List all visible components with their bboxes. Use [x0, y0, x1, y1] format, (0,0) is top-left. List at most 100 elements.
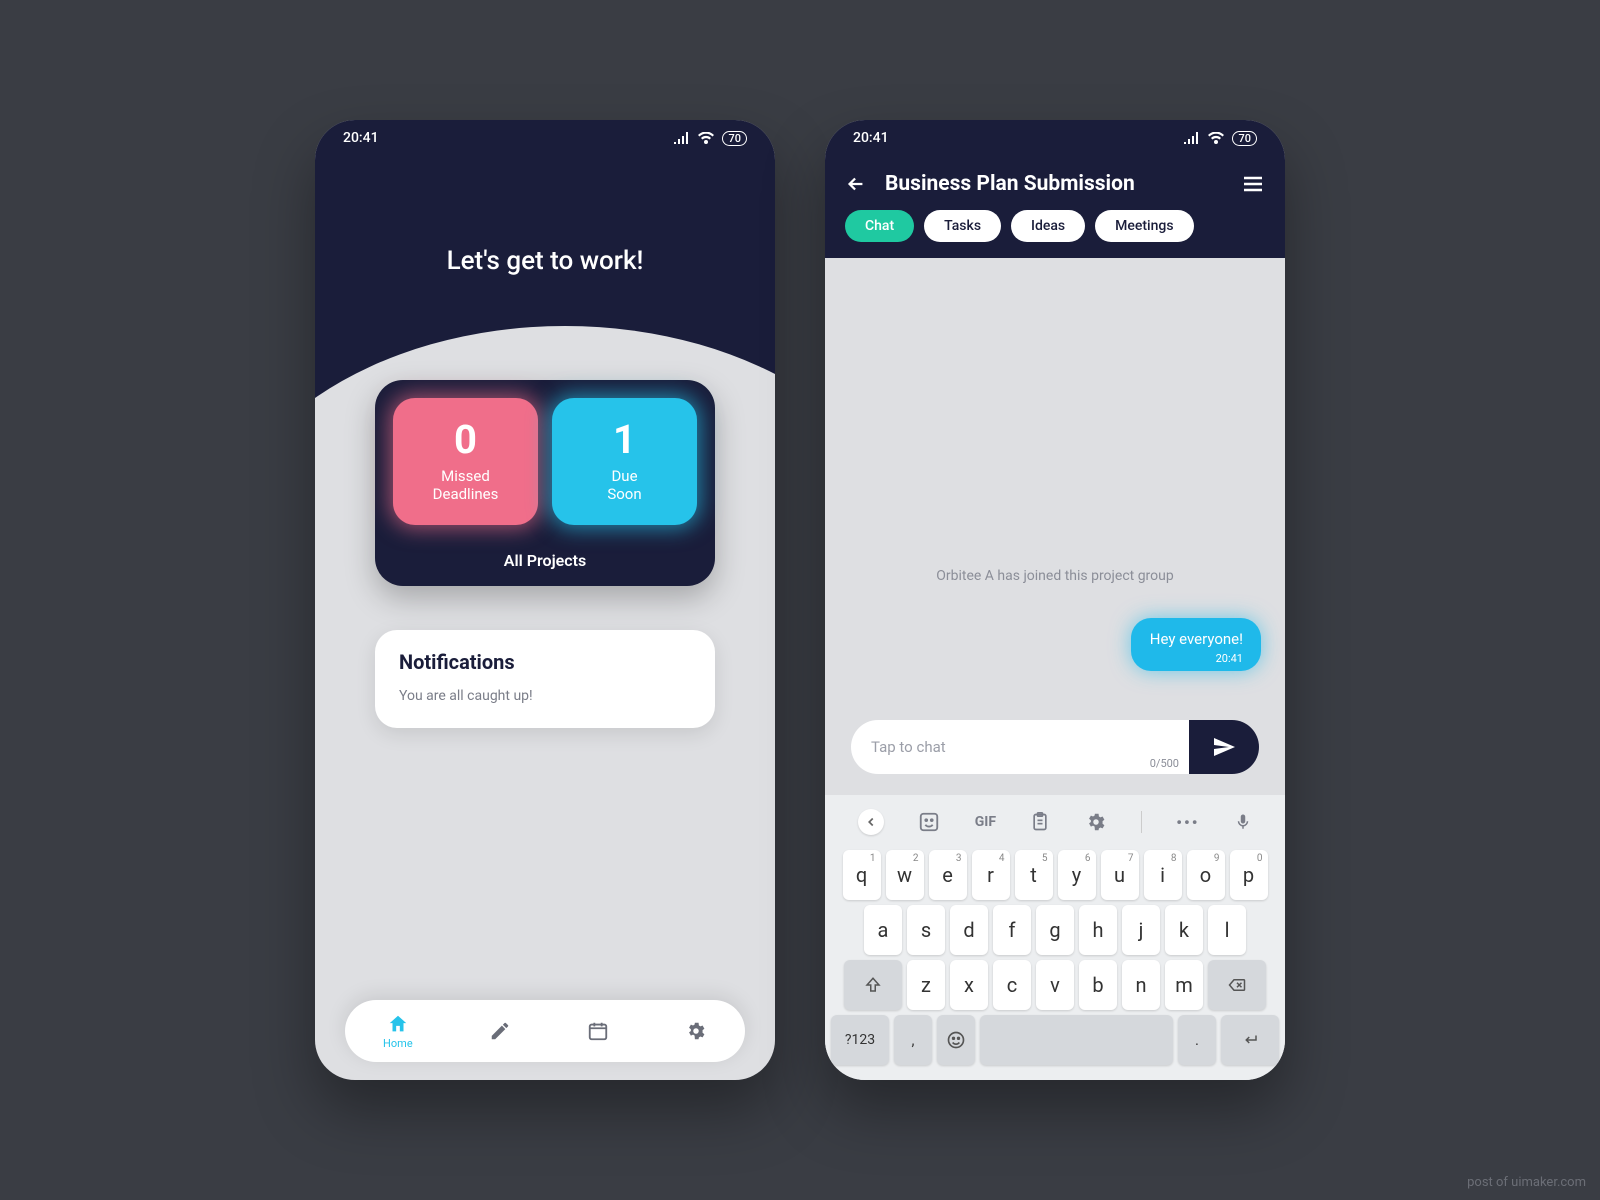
wifi-icon	[698, 132, 714, 144]
symbols-key[interactable]: ?123	[831, 1015, 889, 1065]
menu-icon[interactable]	[1241, 172, 1265, 196]
chat-input-row: Tap to chat 0/500	[851, 720, 1259, 774]
backspace-icon	[1226, 976, 1248, 994]
nav-home-label: Home	[383, 1037, 413, 1050]
greeting-text: Let's get to work!	[315, 156, 775, 276]
key-q[interactable]: q1	[843, 850, 881, 900]
key-j[interactable]: j	[1122, 905, 1160, 955]
gear-icon[interactable]	[1085, 811, 1107, 833]
key-c[interactable]: c	[993, 960, 1031, 1010]
key-o[interactable]: o9	[1187, 850, 1225, 900]
key-g[interactable]: g	[1036, 905, 1074, 955]
period-key[interactable]: .	[1178, 1015, 1216, 1065]
chat-placeholder: Tap to chat	[871, 738, 946, 756]
sticker-icon[interactable]	[918, 811, 940, 833]
key-v[interactable]: v	[1036, 960, 1074, 1010]
notifications-card[interactable]: Notifications You are all caught up!	[375, 630, 715, 728]
nav-edit[interactable]	[489, 1020, 511, 1042]
mic-icon[interactable]	[1234, 811, 1252, 833]
key-t[interactable]: t5	[1015, 850, 1053, 900]
phone-chat-screen: 20:41 70 Business Plan Submission Chat T…	[825, 120, 1285, 1080]
key-n[interactable]: n	[1122, 960, 1160, 1010]
key-x[interactable]: x	[950, 960, 988, 1010]
key-z[interactable]: z	[907, 960, 945, 1010]
chat-bubble[interactable]: Hey everyone! 20:41	[1131, 618, 1261, 671]
bubble-text: Hey everyone!	[1149, 630, 1243, 648]
pencil-icon	[489, 1020, 511, 1042]
send-button[interactable]	[1189, 720, 1259, 774]
key-f[interactable]: f	[993, 905, 1031, 955]
home-icon	[387, 1013, 409, 1035]
key-i[interactable]: i8	[1144, 850, 1182, 900]
calendar-icon	[587, 1020, 609, 1042]
due-count: 1	[560, 416, 689, 463]
bottom-nav: Home	[345, 1000, 745, 1062]
space-key[interactable]	[980, 1015, 1173, 1065]
stats-card[interactable]: 0 MissedDeadlines 1 DueSoon All Projects	[375, 380, 715, 586]
key-m[interactable]: m	[1165, 960, 1203, 1010]
chat-tabs: Chat Tasks Ideas Meetings	[845, 210, 1265, 242]
nav-home[interactable]: Home	[383, 1013, 413, 1050]
kb-back-icon[interactable]	[858, 809, 884, 835]
nav-calendar[interactable]	[587, 1020, 609, 1042]
more-icon[interactable]: •••	[1176, 813, 1199, 832]
key-p[interactable]: p0	[1230, 850, 1268, 900]
key-h[interactable]: h	[1079, 905, 1117, 955]
back-icon[interactable]	[845, 173, 867, 195]
nav-settings[interactable]	[685, 1020, 707, 1042]
enter-icon	[1240, 1031, 1260, 1049]
key-k[interactable]: k	[1165, 905, 1203, 955]
tab-meetings[interactable]: Meetings	[1095, 210, 1193, 242]
battery-icon: 70	[1232, 131, 1257, 146]
phone-home-screen: 20:41 70 Let's get to work! 0 MissedDead…	[315, 120, 775, 1080]
keyboard-row-2: asdfghjkl	[831, 905, 1279, 955]
shift-key[interactable]	[844, 960, 902, 1010]
key-s[interactable]: s	[907, 905, 945, 955]
key-e[interactable]: e3	[929, 850, 967, 900]
gear-icon	[685, 1020, 707, 1042]
keyboard-row-4: ?123 , .	[831, 1015, 1279, 1065]
key-y[interactable]: y6	[1058, 850, 1096, 900]
status-icons: 70	[1184, 131, 1257, 146]
missed-deadlines-stat[interactable]: 0 MissedDeadlines	[393, 398, 538, 525]
tab-chat[interactable]: Chat	[845, 210, 914, 242]
missed-count: 0	[401, 416, 530, 463]
backspace-key[interactable]	[1208, 960, 1266, 1010]
key-d[interactable]: d	[950, 905, 988, 955]
clipboard-icon[interactable]	[1030, 811, 1050, 833]
key-b[interactable]: b	[1079, 960, 1117, 1010]
key-u[interactable]: u7	[1101, 850, 1139, 900]
tab-tasks[interactable]: Tasks	[924, 210, 1001, 242]
key-w[interactable]: w2	[886, 850, 924, 900]
status-time: 20:41	[343, 130, 379, 146]
chat-header: Business Plan Submission Chat Tasks Idea…	[825, 156, 1285, 258]
keyboard-toolbar: GIF •••	[831, 803, 1279, 845]
key-a[interactable]: a	[864, 905, 902, 955]
notifications-title: Notifications	[399, 650, 691, 674]
due-soon-stat[interactable]: 1 DueSoon	[552, 398, 697, 525]
bubble-time: 20:41	[1149, 652, 1243, 665]
signal-icon	[1184, 132, 1200, 144]
key-r[interactable]: r4	[972, 850, 1010, 900]
key-l[interactable]: l	[1208, 905, 1246, 955]
watermark: post of uimaker.com	[1467, 1175, 1586, 1190]
emoji-key[interactable]	[937, 1015, 975, 1065]
status-icons: 70	[674, 131, 747, 146]
chat-body: Orbitee A has joined this project group …	[825, 258, 1285, 758]
all-projects-link[interactable]: All Projects	[393, 539, 697, 586]
char-count: 0/500	[1150, 757, 1179, 770]
chat-title: Business Plan Submission	[885, 172, 1223, 196]
tab-ideas[interactable]: Ideas	[1011, 210, 1085, 242]
gif-button[interactable]: GIF	[975, 814, 996, 830]
system-message: Orbitee A has joined this project group	[825, 568, 1285, 584]
due-label: DueSoon	[560, 467, 689, 503]
wifi-icon	[1208, 132, 1224, 144]
keyboard-row-1: q1w2e3r4t5y6u7i8o9p0	[831, 850, 1279, 900]
keyboard: GIF ••• q1w2e3r4t5y6u7i8o9p0 asdfghjkl z…	[825, 795, 1285, 1080]
status-bar: 20:41 70	[825, 120, 1285, 156]
send-icon	[1212, 735, 1236, 759]
enter-key[interactable]	[1221, 1015, 1279, 1065]
comma-key[interactable]: ,	[894, 1015, 932, 1065]
missed-label: MissedDeadlines	[401, 467, 530, 503]
chat-input[interactable]: Tap to chat 0/500	[851, 720, 1189, 774]
